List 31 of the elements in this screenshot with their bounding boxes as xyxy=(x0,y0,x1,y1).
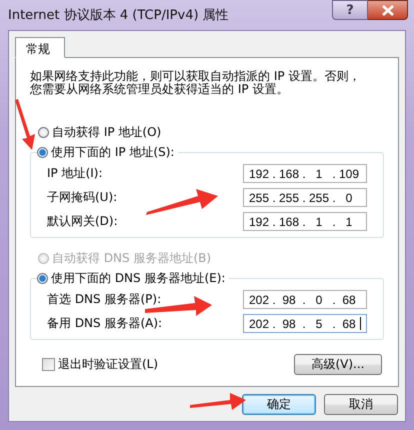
field-label: 子网掩码(U): xyxy=(47,189,118,206)
close-icon xyxy=(380,4,394,16)
field-label: 默认网关(D): xyxy=(47,213,118,230)
ip-address-field[interactable]: 202 . 98 . 5 . 68 xyxy=(243,314,367,333)
advanced-button[interactable]: 高级(V)... xyxy=(294,354,382,375)
checkbox[interactable] xyxy=(42,358,55,371)
ip-address-field[interactable]: 192 . 168 . 1 . 1 xyxy=(243,212,367,231)
radio-button[interactable] xyxy=(37,146,48,158)
radio-button[interactable] xyxy=(38,126,49,138)
text-cursor xyxy=(360,317,361,330)
pointer-arrow xyxy=(15,99,35,150)
field-label: 首选 DNS 服务器(P): xyxy=(47,291,162,308)
radio-label[interactable]: 自动获得 IP 地址(O) xyxy=(52,124,162,140)
close-button[interactable] xyxy=(368,0,408,20)
window-title: Internet 协议版本 4 (TCP/IPv4) 属性 xyxy=(8,7,229,24)
tab[interactable]: 常规 xyxy=(15,37,65,58)
dialog-button[interactable]: 确定 xyxy=(242,394,316,415)
radio-label[interactable]: 使用下面的 DNS 服务器地址(E): xyxy=(51,270,226,286)
field-label: 备用 DNS 服务器(A): xyxy=(47,315,162,332)
description-text: 如果网络支持此功能，则可以获取自动指派的 IP 设置。否则， 您需要从网络系统管理员处获得适当的 IP 设置。 xyxy=(30,70,362,96)
ip-address-field[interactable]: 255 . 255 . 255 . 0 xyxy=(243,188,367,207)
checkbox-label[interactable]: 退出时验证设置(L) xyxy=(58,356,158,373)
field-label: IP 地址(I): xyxy=(47,165,103,182)
radio-label[interactable]: 使用下面的 IP 地址(S): xyxy=(51,144,174,160)
pointer-arrow xyxy=(190,393,246,410)
help-button[interactable]: ? xyxy=(332,0,368,20)
dialog-button[interactable]: 取消 xyxy=(324,394,398,415)
pointer-arrow xyxy=(146,189,218,215)
ip-address-field[interactable]: 202 . 98 . 0 . 68 xyxy=(243,290,367,309)
radio-button[interactable] xyxy=(37,272,48,284)
ip-address-field[interactable]: 192 . 168 . 1 . 109 xyxy=(243,164,367,183)
